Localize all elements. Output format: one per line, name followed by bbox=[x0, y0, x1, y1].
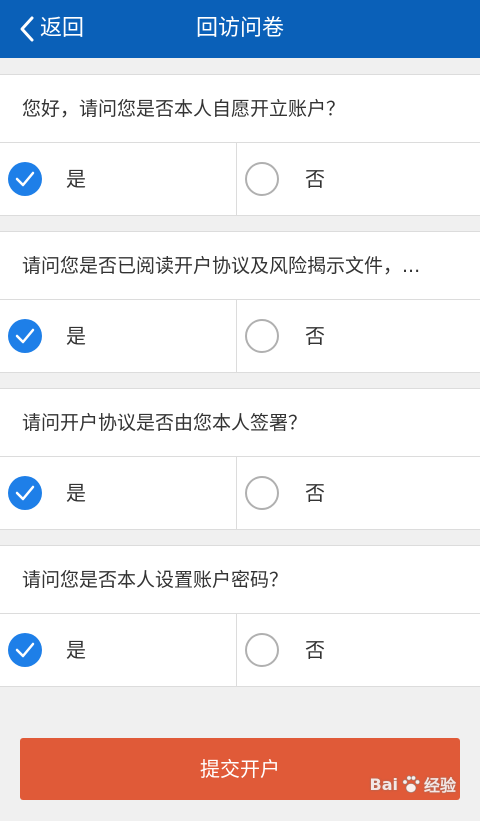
option-no[interactable]: 否 bbox=[237, 457, 480, 529]
option-yes-label: 是 bbox=[66, 324, 86, 348]
option-no-label: 否 bbox=[305, 481, 325, 505]
questionnaire-list: 您好，请问您是否本人自愿开立账户？ 是 否 请问您是否已阅读开户协议及风险揭示文… bbox=[0, 74, 480, 702]
answer-options: 是 否 bbox=[0, 457, 480, 529]
question-card: 您好，请问您是否本人自愿开立账户？ 是 否 bbox=[0, 74, 480, 216]
question-card: 请问开户协议是否由您本人签署？ 是 否 bbox=[0, 388, 480, 530]
watermark-text-right: 经验 bbox=[423, 776, 456, 795]
option-yes[interactable]: 是 bbox=[0, 614, 237, 686]
radio-unchecked[interactable] bbox=[245, 319, 279, 353]
answer-options: 是 否 bbox=[0, 300, 480, 372]
radio-unchecked[interactable] bbox=[245, 633, 279, 667]
option-yes-label: 是 bbox=[66, 638, 86, 662]
answer-options: 是 否 bbox=[0, 614, 480, 686]
question-card: 请问您是否本人设置账户密码？ 是 否 bbox=[0, 545, 480, 687]
checkmark-icon bbox=[15, 642, 35, 658]
radio-checked[interactable] bbox=[8, 633, 42, 667]
question-text: 请问您是否已阅读开户协议及风险揭示文件，... bbox=[0, 232, 480, 300]
radio-checked[interactable] bbox=[8, 319, 42, 353]
paw-icon bbox=[402, 775, 421, 793]
question-text: 请问您是否本人设置账户密码？ bbox=[0, 546, 480, 614]
option-yes[interactable]: 是 bbox=[0, 300, 237, 372]
option-no[interactable]: 否 bbox=[237, 143, 480, 215]
option-yes-label: 是 bbox=[66, 167, 86, 191]
option-no-label: 否 bbox=[305, 638, 325, 662]
question-text: 您好，请问您是否本人自愿开立账户？ bbox=[0, 75, 480, 143]
watermark: Bai 经验 bbox=[370, 772, 457, 796]
page-title: 回访问卷 bbox=[195, 16, 284, 41]
question-card: 请问您是否已阅读开户协议及风险揭示文件，... 是 否 bbox=[0, 231, 480, 373]
checkmark-icon bbox=[15, 485, 35, 501]
option-no-label: 否 bbox=[305, 167, 325, 191]
radio-unchecked[interactable] bbox=[245, 162, 279, 196]
watermark-text-left: Bai bbox=[369, 774, 398, 794]
checkmark-icon bbox=[15, 171, 35, 187]
question-text: 请问开户协议是否由您本人签署？ bbox=[0, 389, 480, 457]
option-yes[interactable]: 是 bbox=[0, 143, 237, 215]
checkmark-icon bbox=[15, 328, 35, 344]
radio-checked[interactable] bbox=[8, 162, 42, 196]
radio-checked[interactable] bbox=[8, 476, 42, 510]
option-yes[interactable]: 是 bbox=[0, 457, 237, 529]
app-header: 返回 回访问卷 bbox=[0, 0, 480, 58]
answer-options: 是 否 bbox=[0, 143, 480, 215]
option-no-label: 否 bbox=[305, 324, 325, 348]
option-yes-label: 是 bbox=[66, 481, 86, 505]
option-no[interactable]: 否 bbox=[237, 614, 480, 686]
radio-unchecked[interactable] bbox=[245, 476, 279, 510]
option-no[interactable]: 否 bbox=[237, 300, 480, 372]
